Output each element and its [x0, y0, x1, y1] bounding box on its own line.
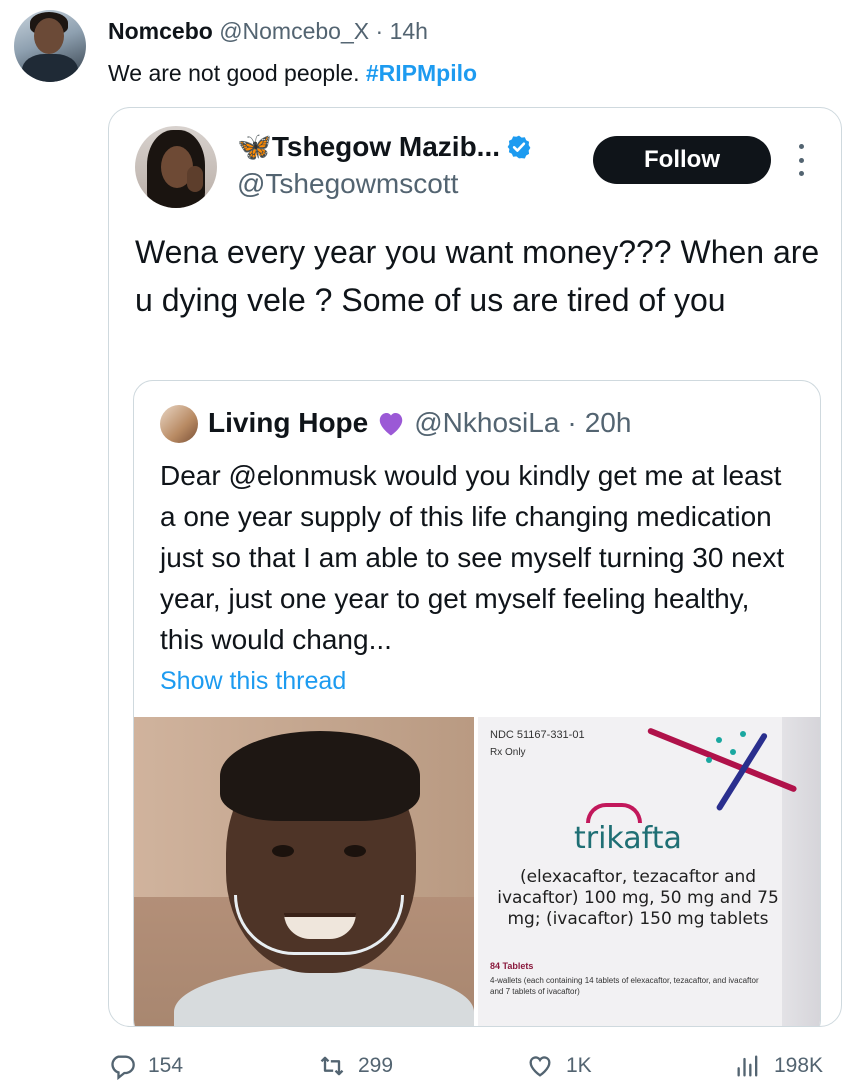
author-handle[interactable]: @Nomcebo_X [219, 18, 369, 44]
quoted-avatar[interactable] [135, 126, 217, 208]
retweet-icon [320, 1056, 344, 1076]
box-wallets: 4-wallets (each containing 14 tablets of… [490, 976, 759, 996]
dot [798, 171, 804, 176]
nested-text: Dear @elonmusk would you kindly get me a… [160, 460, 785, 655]
more-options-icon[interactable] [789, 144, 813, 176]
retweet-button[interactable]: 299 [318, 1052, 393, 1080]
dot [798, 157, 804, 163]
avatar-hand [187, 166, 203, 192]
reply-button[interactable]: 154 [108, 1052, 183, 1080]
box-swoosh [646, 727, 798, 793]
quoted-handle[interactable]: @Tshegowmscott [237, 168, 458, 200]
box-brand: trikafta [574, 821, 682, 856]
quoted-name[interactable]: 🦋Tshegow Mazib... [237, 130, 500, 163]
author-avatar[interactable] [14, 10, 86, 82]
nested-handle[interactable]: @NkhosiLa [414, 407, 559, 439]
photo-hair [220, 731, 420, 821]
follow-button[interactable]: Follow [593, 136, 771, 184]
nested-name-row: Living Hope @NkhosiLa · 20h [208, 407, 631, 439]
quoted-name-row: 🦋Tshegow Mazib... [237, 130, 532, 163]
avatar-body [22, 54, 78, 82]
media-grid: NDC 51167-331-01 Rx Only trikafta (elexa… [134, 717, 820, 1026]
box-dot [740, 731, 746, 737]
box-ndc: NDC 51167-331-01 [490, 729, 585, 741]
tweet-text: We are not good people. #RIPMpilo [108, 60, 477, 87]
quoted-text: Wena every year you want money??? When a… [135, 234, 820, 318]
nested-avatar[interactable] [160, 405, 198, 443]
separator-dot: · [567, 407, 577, 438]
author-name[interactable]: Nomcebo [108, 18, 213, 44]
tweet-body: We are not good people. [108, 60, 366, 86]
box-dot [706, 757, 712, 763]
separator-dot: · [375, 18, 384, 44]
hashtag-link[interactable]: #RIPMpilo [366, 60, 477, 86]
tweet-header: Nomcebo @Nomcebo_X · 14h We are not good… [14, 8, 834, 88]
quoted-tweet-card[interactable]: 🦋Tshegow Mazib... @Tshegowmscott Follow … [108, 107, 842, 1027]
dot [798, 144, 804, 149]
view-count: 198K [774, 1054, 824, 1077]
nested-time[interactable]: 20h [585, 407, 632, 439]
action-bar: 154 299 1K 198K [0, 1040, 846, 1090]
photo-eye [272, 845, 294, 857]
heart-icon [529, 1056, 551, 1077]
verified-badge-icon [507, 135, 531, 158]
box-dot [716, 737, 722, 743]
retweet-count: 299 [358, 1054, 394, 1077]
author-line: Nomcebo @Nomcebo_X · 14h [108, 18, 428, 45]
nested-quote-card[interactable]: Living Hope @NkhosiLa · 20h Dear @elonmu… [133, 380, 821, 1026]
brand-logo-arc [586, 803, 642, 823]
selfie-photo[interactable] [134, 717, 474, 1026]
nested-name[interactable]: Living Hope [208, 407, 368, 439]
purple-heart-icon [379, 413, 403, 436]
tweet-time[interactable]: 14h [390, 18, 428, 44]
photo-shirt [174, 967, 474, 1026]
box-rx: Rx Only [490, 747, 526, 758]
show-thread-link[interactable]: Show this thread [160, 667, 346, 696]
photo-eye [344, 845, 366, 857]
like-count: 1K [566, 1054, 592, 1077]
avatar-face [34, 18, 64, 54]
box-dot [730, 749, 736, 755]
box-ingredients: (elexacaftor, tezacaftor and ivacaftor) … [497, 867, 779, 929]
reply-count: 154 [148, 1054, 184, 1077]
reply-icon [111, 1055, 135, 1080]
medication-box-photo[interactable]: NDC 51167-331-01 Rx Only trikafta (elexa… [478, 717, 820, 1026]
views-button[interactable]: 198K [734, 1052, 823, 1080]
like-button[interactable]: 1K [526, 1052, 592, 1080]
views-icon [737, 1055, 758, 1077]
box-tablet-count: 84 Tablets [490, 961, 534, 971]
